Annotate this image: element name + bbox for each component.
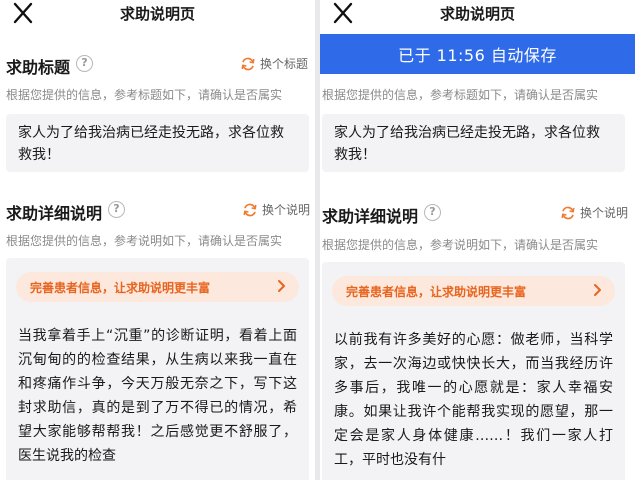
- help-icon[interactable]: ?: [76, 55, 93, 72]
- swap-description-button[interactable]: 换个说明: [560, 204, 628, 221]
- description-hint: 根据您提供的信息，参考说明如下，请确认是否属实: [6, 234, 283, 248]
- description-hint: 根据您提供的信息，参考说明如下，请确认是否属实: [322, 238, 599, 252]
- title-text: 家人为了给我治病已经走投无路，求各位救救我！: [334, 125, 600, 163]
- title-section-heading: 求助标题: [6, 58, 71, 77]
- page-title: 求助说明页: [119, 5, 195, 23]
- refresh-icon: [561, 206, 575, 219]
- header: 求助说明页: [320, 0, 635, 28]
- swap-title-button[interactable]: 换个标题: [240, 55, 308, 72]
- refresh-icon: [243, 203, 257, 216]
- title-text-field[interactable]: 家人为了给我治病已经走投无路，求各位救救我！: [6, 114, 309, 172]
- title-hint: 根据您提供的信息，参考标题如下，请确认是否属实: [322, 88, 599, 102]
- detail-section-heading: 求助详细说明: [322, 207, 419, 226]
- promo-text: 完善患者信息，让求助说明更丰富: [30, 280, 211, 295]
- title-text-field[interactable]: 家人为了给我治病已经走投无路，求各位救救我！: [322, 114, 625, 172]
- complete-patient-info-banner[interactable]: 完善患者信息，让求助说明更丰富: [16, 272, 299, 302]
- description-text: 以前我有许多美好的心愿：做老师，当科学家，去一次海边或快快长大，而当我经历许多事…: [334, 332, 613, 468]
- chevron-right-icon: [278, 280, 285, 292]
- title-text: 家人为了给我治病已经走投无路，求各位救救我！: [18, 125, 284, 163]
- page-title: 求助说明页: [439, 5, 515, 23]
- refresh-icon: [241, 57, 255, 70]
- description-text: 当我拿着手上“沉重”的诊断证明，看着上面沉甸甸的的检查结果，从生病以来我一直在和…: [18, 328, 297, 464]
- swap-description-button[interactable]: 换个说明: [242, 201, 310, 218]
- description-field[interactable]: 完善患者信息，让求助说明更丰富 以前我有许多美好的心愿：做老师，当科学家，去一次…: [322, 262, 625, 480]
- swap-title-label: 换个标题: [260, 57, 309, 71]
- title-hint: 根据您提供的信息，参考标题如下，请确认是否属实: [6, 88, 283, 102]
- autosave-toast: 已于 11:56 自动保存: [320, 34, 635, 74]
- detail-section-heading: 求助详细说明: [6, 204, 103, 223]
- right-panel: 求助说明页 已于 11:56 自动保存 根据您提供的信息，参考标题如下，请确认是…: [320, 0, 635, 480]
- swap-description-label: 换个说明: [262, 203, 311, 217]
- left-panel: 求助说明页 求助标题 ? 换个标题 根据您提供的信息，参考标题如下，请确认是否属…: [0, 0, 315, 480]
- complete-patient-info-banner[interactable]: 完善患者信息，让求助说明更丰富: [332, 276, 615, 306]
- help-icon[interactable]: ?: [424, 204, 441, 221]
- chevron-right-icon: [594, 284, 601, 296]
- swap-description-label: 换个说明: [580, 206, 629, 220]
- header: 求助说明页: [0, 0, 315, 28]
- description-field[interactable]: 完善患者信息，让求助说明更丰富 当我拿着手上“沉重”的诊断证明，看着上面沉甸甸的…: [6, 258, 309, 480]
- help-icon[interactable]: ?: [108, 201, 125, 218]
- promo-text: 完善患者信息，让求助说明更丰富: [346, 284, 527, 299]
